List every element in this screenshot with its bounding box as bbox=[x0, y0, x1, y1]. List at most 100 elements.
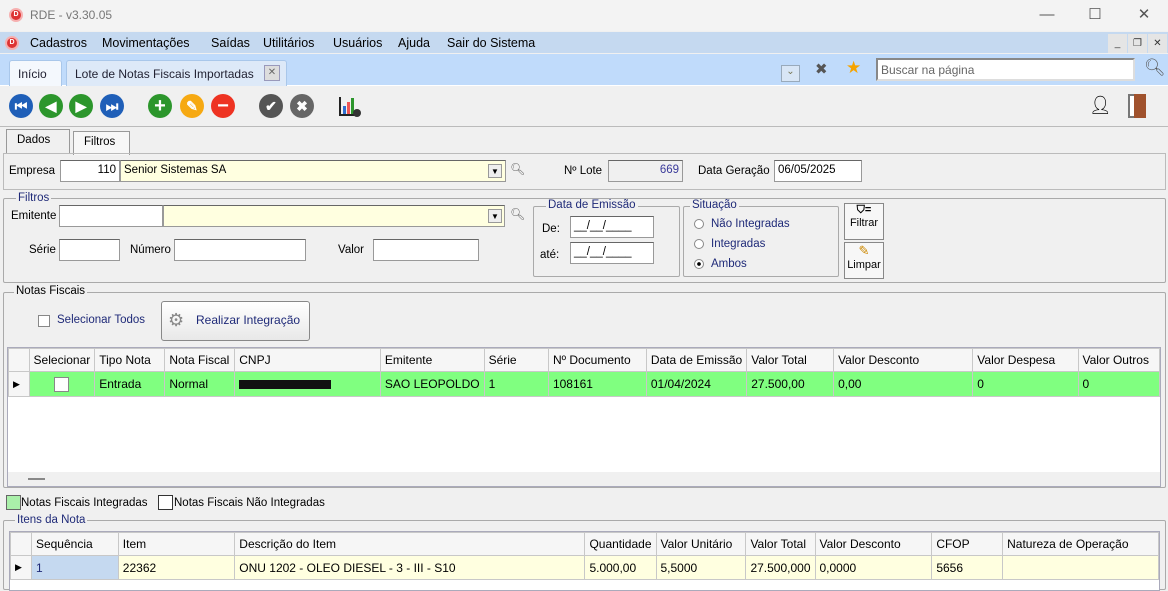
table-cell[interactable]: 0 bbox=[1077, 371, 1160, 397]
table-cell[interactable]: 1 bbox=[30, 555, 119, 580]
table-row[interactable]: ▶ 1 22362 ONU 1202 - OLEO DIESEL - 3 - III … bbox=[10, 555, 1159, 580]
select-all-label[interactable]: Selecionar Todos bbox=[57, 314, 145, 326]
search-icon[interactable]: 🔍︎ bbox=[510, 207, 525, 221]
table-cell[interactable]: 27.500,00 bbox=[746, 371, 835, 397]
add-icon[interactable]: + bbox=[148, 94, 172, 118]
column-header[interactable]: Emitente bbox=[379, 348, 485, 372]
table-cell[interactable]: 5,5000 bbox=[655, 555, 747, 580]
table-cell[interactable]: 0,00 bbox=[833, 371, 974, 397]
favorite-star-icon[interactable]: ★ bbox=[846, 58, 861, 78]
menu-movimentacoes[interactable]: Movimentações bbox=[102, 36, 190, 50]
valor-input[interactable] bbox=[373, 239, 479, 261]
table-cell[interactable]: 1 bbox=[483, 371, 549, 397]
emitente-code-input[interactable] bbox=[59, 205, 163, 227]
mdi-restore-button[interactable]: ❐ bbox=[1128, 34, 1147, 53]
empresa-select[interactable]: Senior Sistemas SA bbox=[120, 160, 506, 182]
confirm-icon[interactable]: ✔ bbox=[259, 94, 283, 118]
table-cell[interactable]: Normal bbox=[164, 371, 236, 397]
limpar-button[interactable]: ✎ Limpar bbox=[844, 242, 884, 279]
column-header[interactable]: Tipo Nota bbox=[94, 348, 166, 372]
minimize-button[interactable]: — bbox=[1027, 4, 1067, 26]
search-icon[interactable]: 🔍︎ bbox=[510, 162, 525, 176]
edit-icon[interactable]: ✎ bbox=[180, 94, 204, 118]
tab-filtros[interactable]: Filtros bbox=[73, 131, 130, 155]
app-menu-icon[interactable]: D bbox=[5, 36, 19, 50]
table-cell[interactable]: 108161 bbox=[547, 371, 647, 397]
close-tab-icon[interactable]: ✕ bbox=[264, 65, 280, 81]
data-ate-input[interactable]: __/__/____ bbox=[570, 242, 654, 264]
tab-inicio[interactable]: Início bbox=[9, 60, 62, 86]
table-cell[interactable]: ONU 1202 - OLEO DIESEL - 3 - III - S10 bbox=[234, 555, 586, 580]
next-icon[interactable]: ▶ bbox=[69, 94, 93, 118]
table-cell[interactable]: 01/04/2024 bbox=[645, 371, 748, 397]
radio-ambos[interactable] bbox=[694, 259, 704, 269]
tab-lote-notas[interactable]: Lote de Notas Fiscais Importadas bbox=[66, 60, 287, 86]
column-header[interactable]: Valor Total bbox=[746, 348, 835, 372]
first-icon[interactable]: ⏮ bbox=[9, 94, 33, 118]
numero-input[interactable] bbox=[174, 239, 306, 261]
data-de-input[interactable]: __/__/____ bbox=[570, 216, 654, 238]
page-search-input[interactable]: Buscar na página bbox=[876, 58, 1135, 81]
select-row-checkbox[interactable] bbox=[54, 376, 70, 392]
column-header[interactable]: Valor Outros bbox=[1077, 348, 1160, 372]
column-header[interactable]: Quantidade bbox=[584, 532, 657, 556]
filtrar-button[interactable]: ⛉= Filtrar bbox=[844, 203, 884, 240]
column-header[interactable]: Valor Desconto bbox=[833, 348, 974, 372]
table-cell[interactable]: 5.000,00 bbox=[584, 555, 657, 580]
data-geracao-input[interactable]: 06/05/2025 bbox=[774, 160, 862, 182]
cancel-icon[interactable]: ✖ bbox=[290, 94, 314, 118]
table-row[interactable]: ▶ Entrada Normal SAO LEOPOLDO 1 108161 01/04/2… bbox=[8, 371, 1160, 397]
tab-list-chevron-icon[interactable]: ⌄ bbox=[781, 65, 800, 82]
chevron-down-icon[interactable]: ▼ bbox=[488, 164, 502, 178]
column-header[interactable]: Valor Unitário bbox=[655, 532, 747, 556]
report-icon[interactable] bbox=[338, 94, 362, 118]
chevron-down-icon[interactable]: ▼ bbox=[488, 209, 502, 223]
mdi-minimize-button[interactable]: _ bbox=[1108, 34, 1127, 53]
radio-nao-integradas[interactable] bbox=[694, 219, 704, 229]
menu-cadastros[interactable]: Cadastros bbox=[30, 36, 87, 50]
table-cell[interactable]: 22362 bbox=[117, 555, 236, 580]
search-icon[interactable]: 🔍︎ bbox=[1144, 58, 1166, 78]
menu-usuarios[interactable]: Usuários bbox=[333, 36, 382, 50]
menu-utilitarios[interactable]: Utilitários bbox=[263, 36, 314, 50]
serie-input[interactable] bbox=[59, 239, 120, 261]
column-header[interactable]: Natureza de Operação bbox=[1002, 532, 1159, 556]
mdi-close-button[interactable]: ✕ bbox=[1148, 34, 1167, 53]
table-cell[interactable]: Entrada bbox=[94, 371, 166, 397]
empresa-code-input[interactable]: 110 bbox=[60, 160, 120, 182]
menu-sair[interactable]: Sair do Sistema bbox=[447, 36, 535, 50]
menu-ajuda[interactable]: Ajuda bbox=[398, 36, 430, 50]
table-cell[interactable] bbox=[1002, 555, 1159, 580]
emitente-select[interactable] bbox=[163, 205, 505, 227]
column-header[interactable]: Valor Desconto bbox=[814, 532, 933, 556]
table-cell[interactable]: 0,0000 bbox=[814, 555, 933, 580]
horizontal-scrollbar[interactable] bbox=[28, 478, 45, 480]
table-cell[interactable]: 0 bbox=[972, 371, 1079, 397]
select-all-checkbox[interactable] bbox=[38, 315, 50, 327]
maximize-button[interactable]: ☐ bbox=[1075, 4, 1115, 26]
exit-icon[interactable] bbox=[1128, 94, 1146, 118]
column-header[interactable]: CFOP bbox=[931, 532, 1004, 556]
select-checkbox-cell[interactable] bbox=[28, 371, 96, 397]
column-header[interactable]: Item bbox=[117, 532, 236, 556]
column-header[interactable]: Descrição do Item bbox=[234, 532, 586, 556]
column-header[interactable]: Data de Emissão bbox=[645, 348, 748, 372]
column-header[interactable]: Nº Documento bbox=[547, 348, 647, 372]
column-header[interactable]: Valor Despesa bbox=[972, 348, 1079, 372]
column-header[interactable]: CNPJ bbox=[234, 348, 381, 372]
column-header[interactable]: Nota Fiscal bbox=[164, 348, 236, 372]
table-cell[interactable]: 27.500,000 bbox=[745, 555, 816, 580]
tab-dados[interactable]: Dados bbox=[6, 129, 70, 153]
last-icon[interactable]: ⏭ bbox=[100, 94, 124, 118]
user-security-icon[interactable]: 👤︎ bbox=[1089, 95, 1112, 116]
delete-icon[interactable]: − bbox=[211, 94, 235, 118]
previous-icon[interactable]: ◀ bbox=[39, 94, 63, 118]
column-header[interactable]: Valor Total bbox=[745, 532, 816, 556]
cnpj-cell-redacted[interactable] bbox=[234, 371, 381, 397]
unpin-icon[interactable]: ✖ bbox=[815, 60, 828, 78]
column-header[interactable]: Série bbox=[483, 348, 549, 372]
menu-saidas[interactable]: Saídas bbox=[211, 36, 250, 50]
radio-integradas[interactable] bbox=[694, 239, 704, 249]
table-cell[interactable]: SAO LEOPOLDO bbox=[379, 371, 485, 397]
close-button[interactable]: ✕ bbox=[1124, 4, 1164, 26]
